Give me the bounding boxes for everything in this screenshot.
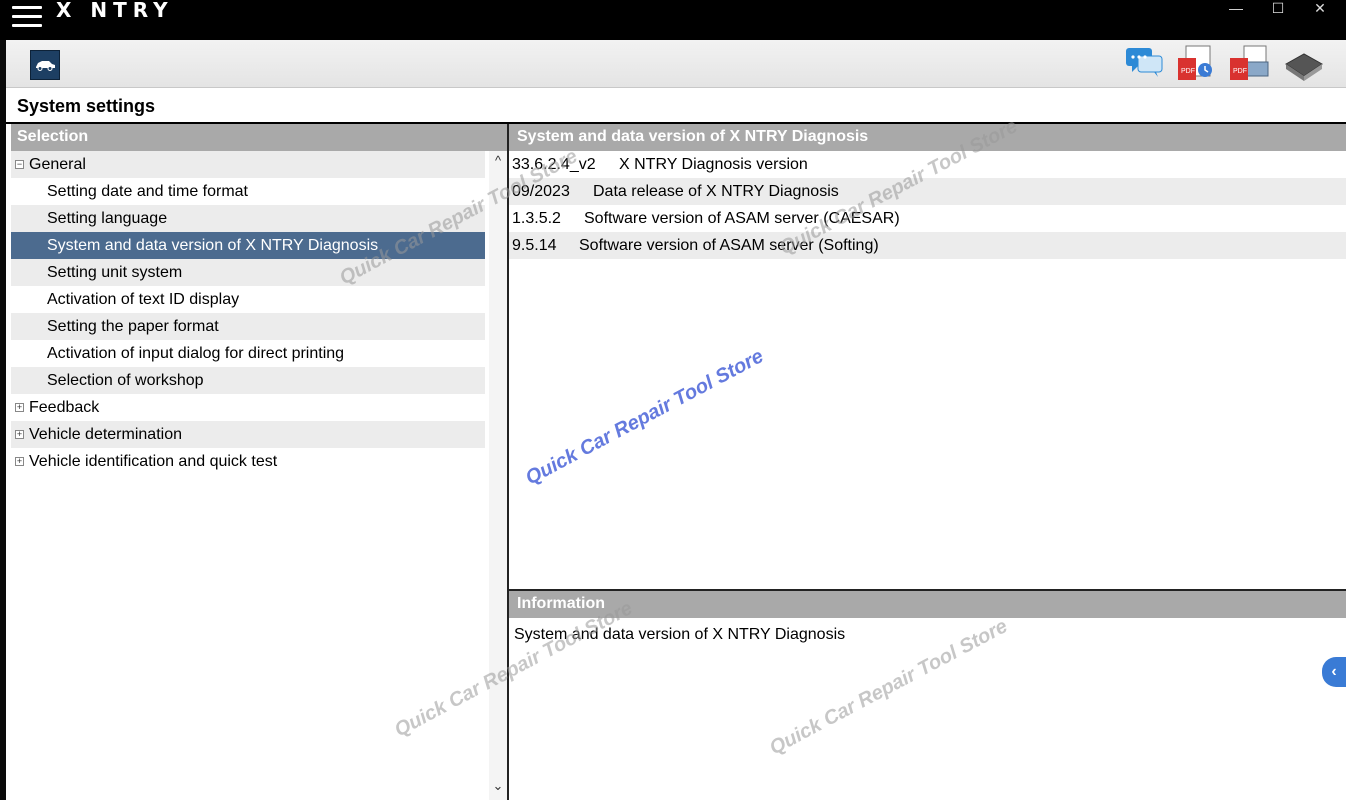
tree-item[interactable]: Setting language [11,205,485,232]
version-description: Software version of ASAM server (Softing… [579,237,879,254]
tree-item-label: Activation of input dialog for direct pr… [47,345,345,362]
title-bar: X NTRY — ☐ ✕ [0,0,1346,40]
app-title: X NTRY [56,0,174,22]
tree-item[interactable]: − General [11,151,485,178]
version-row: 1.3.5.2 Software version of ASAM server (… [509,205,1346,232]
tree-item[interactable]: Setting unit system [11,259,485,286]
svg-text:PDF: PDF [1181,68,1195,75]
minimize-button[interactable]: — [1221,0,1251,16]
version-row: 33.6.2.4_v2 X NTRY Diagnosis version [509,151,1346,178]
information-pane: Information System and data version of X… [509,591,1346,800]
version-description: X NTRY Diagnosis version [619,156,808,173]
car-icon[interactable] [30,50,60,80]
tree-item[interactable]: Activation of text ID display [11,286,485,313]
book-icon[interactable] [1282,44,1324,89]
app-frame: PDF PDF System settings Selection − Gener… [6,40,1346,800]
selection-header: Selection [11,124,507,151]
tree-item-label: General [29,156,86,173]
information-header: Information [509,591,1346,618]
tree-item[interactable]: System and data version of X NTRY Diagno… [11,232,485,259]
menu-icon[interactable] [12,6,42,28]
pdf-history-icon[interactable]: PDF [1176,44,1216,89]
close-button[interactable]: ✕ [1305,0,1335,17]
page-title: System settings [17,96,156,116]
expand-icon[interactable]: + [15,430,24,439]
version-value: 1.3.5.2 [512,210,561,227]
collapse-panel-button[interactable]: ‹ [1322,657,1346,687]
tree-item[interactable]: + Vehicle identification and quick test [11,448,485,475]
collapse-icon[interactable]: − [15,160,24,169]
details-pane: System and data version of X NTRY Diagno… [509,124,1346,591]
information-text: System and data version of X NTRY Diagno… [514,626,846,643]
version-description: Data release of X NTRY Diagnosis [593,183,839,200]
tree-item-label: Setting unit system [47,264,183,281]
expand-icon[interactable]: + [15,403,24,412]
tree-item[interactable]: Setting date and time format [11,178,485,205]
tree-item-label: Setting the paper format [47,318,219,335]
tree-item[interactable]: Setting the paper format [11,313,485,340]
tree-item-label: Feedback [29,399,100,416]
tree-item-label: Vehicle identification and quick test [29,453,278,470]
version-row: 09/2023 Data release of X NTRY Diagnosis [509,178,1346,205]
tree-item-label: Setting language [47,210,168,227]
tree-item[interactable]: + Vehicle determination [11,421,485,448]
tree-item-label: Activation of text ID display [47,291,240,308]
tree-item[interactable]: + Feedback [11,394,485,421]
chat-icon[interactable] [1124,44,1166,87]
version-row: 9.5.14 Software version of ASAM server (S… [509,232,1346,259]
version-value: 33.6.2.4_v2 [512,156,596,173]
version-description: Software version of ASAM server (CAESAR) [584,210,900,227]
expand-icon[interactable]: + [15,457,24,466]
selection-tree: − General Setting date and time format Sett… [11,151,485,475]
tree-item-label: Vehicle determination [29,426,182,443]
page-header: System settings [6,88,1346,124]
tree-item-label: System and data version of X NTRY Diagno… [47,237,379,254]
tree-item-label: Setting date and time format [47,183,248,200]
tree-item[interactable]: Selection of workshop [11,367,485,394]
scroll-up-icon[interactable]: ^ [489,153,507,171]
version-value: 09/2023 [512,183,570,200]
toolbar: PDF PDF [6,40,1346,88]
version-value: 9.5.14 [512,237,557,254]
svg-text:PDF: PDF [1233,68,1247,75]
tree-item[interactable]: Activation of input dialog for direct pr… [11,340,485,367]
details-list: 33.6.2.4_v2 X NTRY Diagnosis version 09/20… [509,151,1346,259]
selection-pane: Selection − General Setting date and time … [11,124,509,800]
selection-scrollbar[interactable]: ^ ⌄ [489,151,507,800]
scroll-down-icon[interactable]: ⌄ [489,778,507,796]
maximize-button[interactable]: ☐ [1263,0,1293,17]
tree-item-label: Selection of workshop [47,372,204,389]
details-header: System and data version of X NTRY Diagno… [509,124,1346,151]
pdf-print-icon[interactable]: PDF [1228,44,1272,89]
